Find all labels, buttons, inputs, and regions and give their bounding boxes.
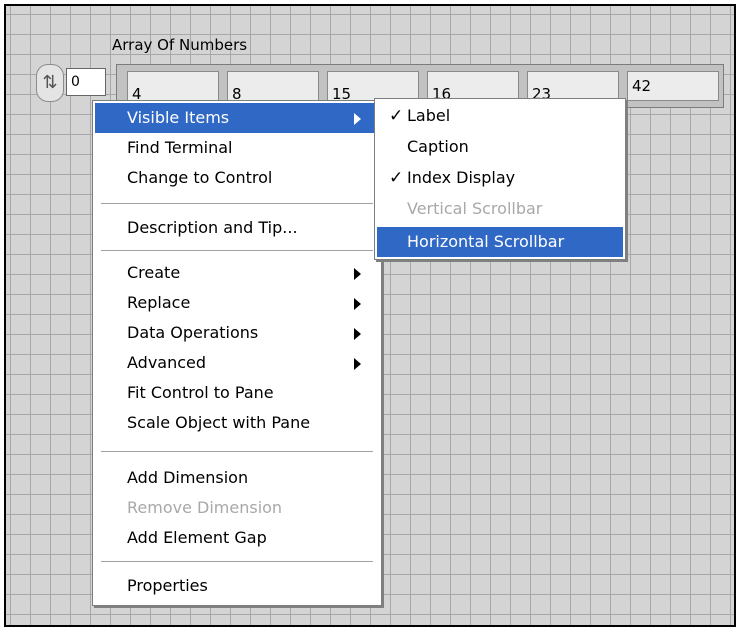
array-element-1[interactable]: 8 — [227, 71, 319, 101]
menu-item-remove-dimension: Remove Dimension — [95, 493, 379, 523]
array-element-0[interactable]: 4 — [127, 71, 219, 101]
array-element-5[interactable]: 42 — [627, 71, 719, 101]
submenu-item-vertical-scrollbar: Vertical Scrollbar — [377, 194, 623, 224]
checkmark-icon: ✓ — [389, 106, 404, 126]
menu-item-label: Description and Tip... — [127, 218, 298, 237]
menu-item-label: Visible Items — [127, 108, 230, 127]
submenu-item-text: Horizontal Scrollbar — [407, 232, 565, 251]
submenu-item-horizontal-scrollbar[interactable]: Horizontal Scrollbar — [377, 227, 623, 257]
menu-item-add-dimension[interactable]: Add Dimension — [95, 463, 379, 493]
submenu-item-index-display[interactable]: ✓ Index Display — [377, 163, 623, 193]
submenu-arrow-icon — [354, 328, 361, 340]
stepper-arrows-icon[interactable]: ⇅ — [42, 72, 57, 93]
menu-item-label: Properties — [127, 576, 208, 595]
menu-item-label: Data Operations — [127, 323, 259, 342]
array-label: Array Of Numbers — [112, 36, 248, 54]
menu-item-label: Create — [127, 263, 181, 282]
visible-items-submenu: ✓ Label Caption ✓ Index Display Vertical… — [374, 98, 626, 260]
menu-item-fit-control-to-pane[interactable]: Fit Control to Pane — [95, 378, 379, 408]
submenu-item-caption[interactable]: Caption — [377, 132, 623, 162]
menu-item-add-element-gap[interactable]: Add Element Gap — [95, 523, 379, 553]
menu-item-label: Add Element Gap — [127, 528, 267, 547]
submenu-item-text: Label — [407, 106, 451, 125]
menu-item-find-terminal[interactable]: Find Terminal — [95, 133, 379, 163]
menu-item-scale-object-with-pane[interactable]: Scale Object with Pane — [95, 408, 379, 438]
menu-item-data-operations[interactable]: Data Operations — [95, 318, 379, 348]
menu-item-replace[interactable]: Replace — [95, 288, 379, 318]
array-element-2[interactable]: 15 — [327, 71, 419, 101]
menu-separator — [101, 561, 373, 563]
index-display[interactable]: 0 — [66, 68, 106, 96]
submenu-arrow-icon — [354, 113, 361, 125]
submenu-arrow-icon — [354, 358, 361, 370]
submenu-item-text: Caption — [407, 137, 469, 156]
menu-item-properties[interactable]: Properties — [95, 571, 379, 601]
context-menu: Visible Items Find Terminal Change to Co… — [92, 100, 382, 606]
submenu-arrow-icon — [354, 268, 361, 280]
submenu-arrow-icon — [354, 298, 361, 310]
menu-item-label: Advanced — [127, 353, 207, 372]
menu-separator — [101, 203, 373, 205]
menu-item-label: Change to Control — [127, 168, 273, 187]
array-element-3[interactable]: 16 — [427, 71, 519, 101]
menu-item-label: Replace — [127, 293, 191, 312]
menu-separator — [101, 451, 373, 453]
menu-item-change-to-control[interactable]: Change to Control — [95, 163, 379, 193]
menu-item-advanced[interactable]: Advanced — [95, 348, 379, 378]
menu-item-label: Scale Object with Pane — [127, 413, 311, 432]
menu-separator — [101, 250, 373, 252]
menu-item-label: Add Dimension — [127, 468, 249, 487]
menu-item-create[interactable]: Create — [95, 258, 379, 288]
index-stepper[interactable]: ⇅ — [36, 64, 64, 102]
menu-item-visible-items[interactable]: Visible Items — [95, 103, 379, 133]
menu-item-label: Find Terminal — [127, 138, 233, 157]
array-element-4[interactable]: 23 — [527, 71, 619, 101]
submenu-item-label[interactable]: ✓ Label — [377, 101, 623, 131]
submenu-item-text: Vertical Scrollbar — [407, 199, 543, 218]
checkmark-icon: ✓ — [389, 168, 404, 188]
menu-item-description-and-tip[interactable]: Description and Tip... — [95, 213, 379, 243]
menu-item-label: Remove Dimension — [127, 498, 283, 517]
submenu-item-text: Index Display — [407, 168, 516, 187]
menu-item-label: Fit Control to Pane — [127, 383, 274, 402]
